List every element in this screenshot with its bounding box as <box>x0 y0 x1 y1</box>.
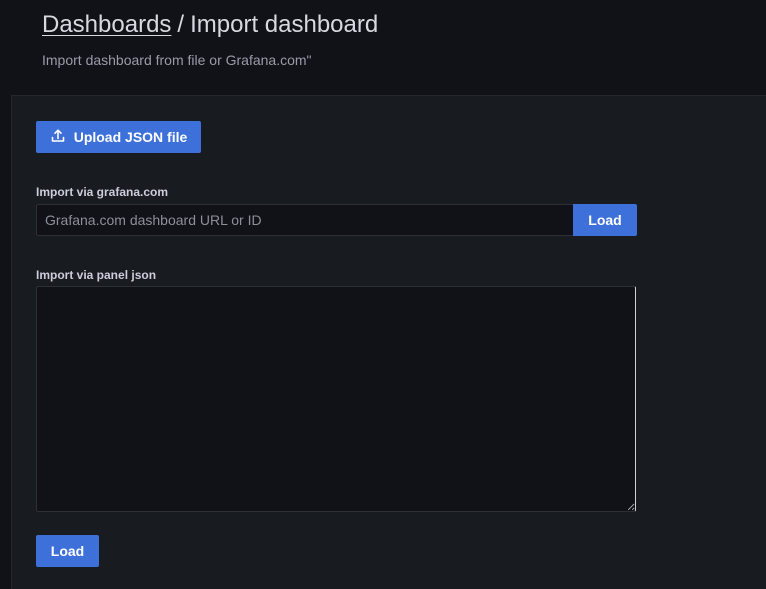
upload-icon <box>50 128 66 147</box>
panel-json-textarea[interactable] <box>36 286 636 512</box>
grafana-com-load-button[interactable]: Load <box>573 204 637 236</box>
panel-json-label: Import via panel json <box>36 268 157 282</box>
page-title-text: Import dashboard <box>190 11 379 38</box>
panel-json-load-button[interactable]: Load <box>36 535 99 567</box>
grafana-com-url-input[interactable] <box>36 204 573 236</box>
grafana-com-label: Import via grafana.com <box>36 185 169 199</box>
upload-json-button[interactable]: Upload JSON file <box>36 121 201 153</box>
breadcrumb-separator: / <box>177 11 185 38</box>
upload-json-label: Upload JSON file <box>73 129 188 145</box>
import-dashboard-page: Dashboards / Import dashboard Import dashb… <box>0 0 766 589</box>
page-header: Dashboards / Import dashboard Import dashb… <box>0 0 766 95</box>
breadcrumb-dashboards-link[interactable]: Dashboards <box>42 11 171 38</box>
page-title: Dashboards / Import dashboard <box>42 11 378 39</box>
import-form-panel: Upload JSON file Import via grafana.com … <box>11 95 766 589</box>
page-subtitle: Import dashboard from file or Grafana.co… <box>42 52 312 68</box>
